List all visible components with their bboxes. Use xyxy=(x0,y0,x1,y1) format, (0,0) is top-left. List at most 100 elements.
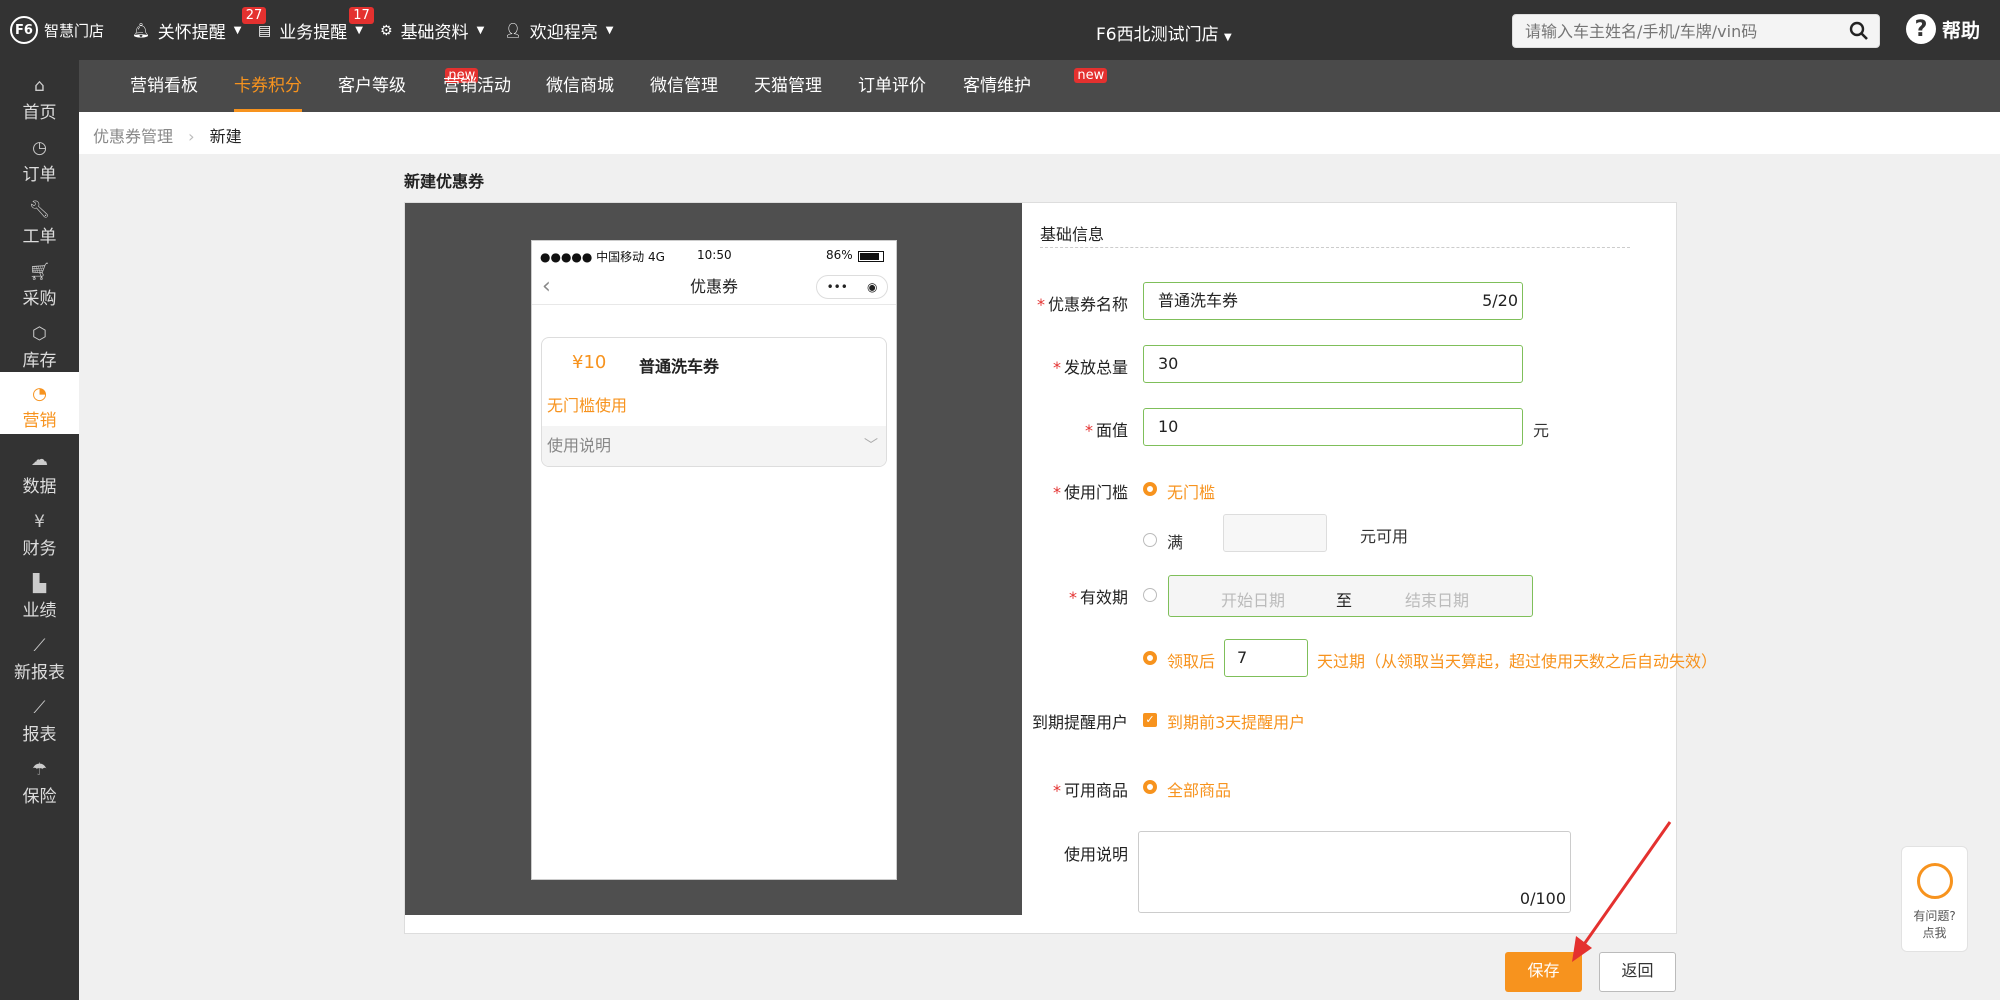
breadcrumb: 优惠券管理 › 新建 xyxy=(79,112,2000,154)
basic-data-menu[interactable]: ⚙ 基础资料 ▼ xyxy=(380,18,484,44)
help-button[interactable]: ? 帮助 xyxy=(1906,14,1980,44)
threshold-amount-input[interactable] xyxy=(1223,514,1327,552)
section-divider xyxy=(1040,247,1630,248)
phone-nav-bar: ‹ 优惠券 ••• ◉ xyxy=(532,269,896,305)
phone-carrier: ●●●●● 中国移动 4G xyxy=(540,250,665,264)
sidebar-item-new-reports[interactable]: ⟋ 新报表 xyxy=(0,630,79,680)
sidebar-item-finance[interactable]: ¥ 财务 xyxy=(0,506,79,568)
required-mark: * xyxy=(1052,358,1061,377)
goods-all-label: 全部商品 xyxy=(1167,781,1232,800)
tab-wechat-mall[interactable]: 微信商城 xyxy=(546,60,614,112)
tab-order-review[interactable]: 订单评价 xyxy=(858,60,926,112)
coupon-preview-card: ¥10 普通洗车券 无门槛使用 使用说明 ﹀ xyxy=(541,337,887,467)
more-dots-icon: ••• xyxy=(826,280,848,294)
business-reminder-badge: 17 xyxy=(349,7,374,24)
box-icon: ⬡ xyxy=(32,324,47,344)
sidebar-item-orders[interactable]: ◷ 订单 xyxy=(0,132,79,194)
user-menu[interactable]: 👤︎ 欢迎程亮 ▼ xyxy=(504,18,614,44)
tab-tmall-manage[interactable]: 天猫管理 xyxy=(754,60,822,112)
total-quantity-input[interactable]: 30 xyxy=(1143,345,1523,383)
end-date-placeholder: 结束日期 xyxy=(1405,591,1470,610)
caret-down-icon: ▼ xyxy=(1224,32,1232,43)
bar-chart-icon: ▙ xyxy=(32,574,47,594)
battery-icon xyxy=(858,251,884,262)
search-icon[interactable] xyxy=(1849,21,1869,41)
breadcrumb-parent[interactable]: 优惠券管理 xyxy=(93,127,173,146)
user-icon: 👤︎ xyxy=(504,22,522,39)
date-range-picker[interactable]: 开始日期 至 结束日期 xyxy=(1168,575,1533,617)
threshold-none-radio[interactable] xyxy=(1143,482,1157,496)
chevron-down-icon: ﹀ xyxy=(864,438,878,454)
sidebar-item-insurance[interactable]: ☂ 保险 xyxy=(0,754,79,816)
coupon-form-card: ●●●●● 中国移动 4G 10:50 86% ‹ 优惠券 ••• ◉ ¥10 … xyxy=(404,202,1717,934)
line-chart-icon: ⟋ xyxy=(33,636,46,656)
sidebar-item-label: 新报表 xyxy=(14,663,65,680)
tab-customer-level[interactable]: 客户等级 new xyxy=(338,60,479,112)
home-icon: ⌂ xyxy=(34,76,45,96)
page-title: 新建优惠券 xyxy=(404,172,485,191)
coupon-desc-label: 使用说明 xyxy=(547,436,612,455)
required-mark: * xyxy=(1052,781,1061,800)
clock-icon: ◷ xyxy=(32,138,47,158)
remind-checkbox[interactable]: ✓ xyxy=(1143,713,1157,727)
tab-marketing-board[interactable]: 营销看板 xyxy=(130,60,198,112)
sidebar-item-purchase[interactable]: 🛒︎ 采购 xyxy=(0,256,79,318)
bell-icon: 🔔︎ xyxy=(132,22,150,39)
logo[interactable]: F6 智慧门店 xyxy=(10,16,104,44)
sidebar-item-inventory[interactable]: ⬡ 库存 xyxy=(0,318,79,380)
phone-preview: ●●●●● 中国移动 4G 10:50 86% ‹ 优惠券 ••• ◉ ¥10 … xyxy=(531,240,897,880)
coupon-form: 基础信息 * 优惠券名称 普通洗车券 5/20 * 发放总量 30 * 面值 10 元… xyxy=(1022,203,1717,933)
goods-all-radio[interactable] xyxy=(1143,780,1157,794)
usage-desc-textarea[interactable]: 0/100 xyxy=(1138,831,1571,913)
caret-down-icon: ▼ xyxy=(605,25,614,36)
desc-label: 使用说明 xyxy=(1063,845,1128,864)
face-value-label: * 面值 xyxy=(1084,421,1128,440)
question-icon: ? xyxy=(1906,14,1936,44)
care-reminder-menu[interactable]: 🔔︎ 关怀提醒 27 ▼ xyxy=(132,7,267,43)
floating-help-widget[interactable]: 有问题? 点我 xyxy=(1901,846,1968,952)
sidebar-item-workorders[interactable]: 🔧︎ 工单 xyxy=(0,194,79,256)
phone-status-bar: ●●●●● 中国移动 4G 10:50 86% xyxy=(532,241,896,269)
sidebar-item-data[interactable]: ☁ 数据 xyxy=(0,444,79,506)
threshold-none-label: 无门槛 xyxy=(1167,483,1216,502)
back-chevron-icon: ‹ xyxy=(542,274,551,299)
face-value-unit: 元 xyxy=(1533,421,1550,440)
valid-days-input[interactable]: 7 xyxy=(1224,639,1308,677)
sidebar-item-home[interactable]: ⌂ 首页 xyxy=(0,70,79,132)
coupon-condition: 无门槛使用 xyxy=(547,396,628,415)
face-value-input[interactable]: 10 xyxy=(1143,408,1523,446)
tab-cards-points[interactable]: 卡券积分 xyxy=(234,60,302,112)
save-button[interactable]: 保存 xyxy=(1505,952,1582,992)
logo-text: 智慧门店 xyxy=(44,21,105,40)
validity-after-radio[interactable] xyxy=(1143,651,1157,665)
tab-wechat-manage[interactable]: 微信管理 xyxy=(650,60,718,112)
validity-label: * 有效期 xyxy=(1068,588,1128,607)
user-label: 欢迎程亮 xyxy=(529,23,598,43)
tab-customer-care[interactable]: 客情维护 new xyxy=(963,60,1108,112)
threshold-full-radio[interactable] xyxy=(1143,533,1157,547)
search-input[interactable] xyxy=(1513,15,1833,47)
coupon-name-input[interactable]: 普通洗车券 5/20 xyxy=(1143,282,1523,320)
validity-after-suffix: 天过期（从领取当天算起，超过使用天数之后自动失效） xyxy=(1317,652,1718,671)
coupon-name: 普通洗车券 xyxy=(639,357,720,376)
store-name: F6西北测试门店 xyxy=(1096,25,1219,45)
back-button[interactable]: 返回 xyxy=(1599,952,1676,992)
sidebar-item-performance[interactable]: ▙ 业绩 xyxy=(0,568,79,630)
sidebar-item-marketing[interactable]: ◔ 营销 xyxy=(0,372,79,434)
preview-panel: ●●●●● 中国移动 4G 10:50 86% ‹ 优惠券 ••• ◉ ¥10 … xyxy=(405,203,1022,915)
tab-marketing-activity[interactable]: 营销活动 xyxy=(443,60,511,112)
sidebar-item-label: 业绩 xyxy=(22,601,57,621)
yen-icon: ¥ xyxy=(34,512,45,532)
threshold-full-suffix: 元可用 xyxy=(1360,527,1409,546)
float-help-line2: 点我 xyxy=(1922,926,1947,940)
store-selector[interactable]: F6西北测试门店 ▼ xyxy=(1096,20,1232,45)
sidebar-item-label: 采购 xyxy=(22,289,57,309)
report-icon: ⟋ xyxy=(33,698,46,718)
chevron-right-icon: › xyxy=(188,127,195,146)
sidebar-item-label: 订单 xyxy=(22,165,57,185)
logo-icon: F6 xyxy=(10,16,38,44)
sidebar-item-reports[interactable]: ⟋ 报表 xyxy=(0,692,79,754)
sidebar: ⌂ 首页 ◷ 订单 🔧︎ 工单 🛒︎ 采购 ⬡ 库存 ◔ 营销 ☁ 数据 ¥ 财… xyxy=(0,60,79,1000)
validity-range-radio[interactable] xyxy=(1143,588,1157,602)
business-reminder-menu[interactable]: ▤ 业务提醒 17 ▼ xyxy=(258,7,374,43)
